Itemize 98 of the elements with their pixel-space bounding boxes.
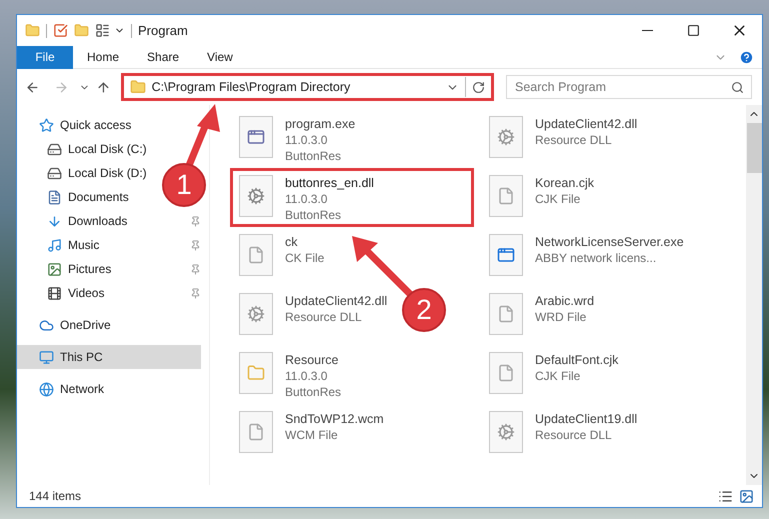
ribbon-tab[interactable]: Share xyxy=(133,46,194,68)
sidebar-item[interactable]: Music xyxy=(17,233,108,257)
sidebar-label: Downloads xyxy=(68,213,128,230)
search-field[interactable]: Search Program xyxy=(506,75,752,99)
download-icon xyxy=(47,214,62,228)
scrollbar[interactable] xyxy=(746,105,762,485)
pin-icon[interactable] xyxy=(190,240,201,250)
details-view-icon[interactable] xyxy=(718,488,733,504)
gear-file-icon xyxy=(239,175,273,217)
sidebar-label: Quick access xyxy=(60,117,132,134)
search-icon xyxy=(731,81,744,94)
sidebar-label: Local Disk (C:) xyxy=(68,141,147,158)
monitor-icon xyxy=(39,350,54,364)
file-detail: 11.0.3.0 xyxy=(285,368,328,384)
sidebar-item[interactable]: Local Disk (D:) xyxy=(17,161,155,185)
file-detail: Resource DLL xyxy=(535,427,613,443)
file-name[interactable]: Arabic.wrd xyxy=(535,293,594,309)
sidebar-label: Network xyxy=(60,381,104,398)
file-name[interactable]: buttonres_en.dll xyxy=(285,175,374,191)
sidebar-label: Local Disk (D:) xyxy=(68,165,147,182)
cloud-icon xyxy=(39,318,54,332)
sidebar-label: Documents xyxy=(68,189,129,206)
back-icon[interactable] xyxy=(25,80,40,94)
folder-icon xyxy=(239,352,273,394)
file-icon xyxy=(239,234,273,276)
file-name[interactable]: DefaultFont.cjk xyxy=(535,352,618,368)
file-icon xyxy=(489,293,523,335)
file-name[interactable]: Korean.cjk xyxy=(535,175,594,191)
file-name[interactable]: SndToWP12.wcm xyxy=(285,411,384,427)
ribbon-tab[interactable]: Home xyxy=(73,46,134,68)
sidebar-label: This PC xyxy=(60,349,103,366)
gear-file-icon xyxy=(239,293,273,335)
scrollbar-thumb[interactable] xyxy=(746,123,762,173)
sidebar-item[interactable]: OneDrive xyxy=(17,313,119,337)
file-detail: ButtonRes xyxy=(285,384,342,400)
ribbon-tab[interactable]: View xyxy=(193,46,247,68)
address-path: C:\Program Files\Program Directory xyxy=(152,78,352,96)
file-detail: WCM File xyxy=(285,427,339,443)
file-detail: CJK File xyxy=(535,191,582,207)
sidebar-label: Videos xyxy=(68,285,104,302)
file-name[interactable]: program.exe xyxy=(285,116,356,132)
properties-icon[interactable] xyxy=(53,23,68,38)
file-detail: CJK File xyxy=(535,368,582,384)
item-count: 144 items xyxy=(29,488,82,505)
up-icon[interactable] xyxy=(96,80,111,94)
sidebar-label: Music xyxy=(68,237,100,254)
sidebar-item[interactable]: Network xyxy=(17,377,112,401)
sidebar-item[interactable]: Local Disk (C:) xyxy=(17,137,155,161)
sidebar-label: OneDrive xyxy=(60,317,111,334)
pin-icon[interactable] xyxy=(190,264,201,274)
drive-icon xyxy=(47,166,62,180)
minimize-icon xyxy=(642,30,652,32)
address-bar[interactable]: C:\Program Files\Program Directory xyxy=(120,73,494,101)
file-name[interactable]: UpdateClient19.dll xyxy=(535,411,638,427)
file-name[interactable]: ck xyxy=(285,234,324,250)
sidebar-label: Pictures xyxy=(68,261,112,278)
file-detail: CK File xyxy=(285,250,324,266)
file-icon xyxy=(239,411,273,453)
sidebar-item[interactable]: Pictures xyxy=(17,257,120,281)
window-title: Program xyxy=(138,22,188,40)
drive-icon xyxy=(47,142,62,156)
application-icon xyxy=(489,234,523,276)
maximize-icon xyxy=(686,24,700,37)
help-icon[interactable] xyxy=(739,50,754,64)
film-icon xyxy=(47,286,62,300)
sidebar-item[interactable]: Quick access xyxy=(17,113,140,137)
large-icons-view-icon[interactable] xyxy=(739,488,754,504)
picture-icon xyxy=(47,262,62,276)
file-detail: 11.0.3.0 xyxy=(285,191,328,207)
file-icon xyxy=(489,352,523,394)
file-name[interactable]: NetworkLicenseServer.exe xyxy=(535,234,684,250)
star-icon xyxy=(39,118,54,132)
sidebar-item[interactable]: Videos xyxy=(17,281,112,305)
pin-icon[interactable] xyxy=(190,288,201,298)
document-icon xyxy=(47,190,62,204)
layout-icon[interactable] xyxy=(95,23,110,38)
music-note-icon xyxy=(47,238,62,252)
file-icon xyxy=(489,175,523,217)
refresh-icon[interactable] xyxy=(472,80,485,94)
gear-file-icon xyxy=(489,411,523,453)
file-detail: ABBY network licens... xyxy=(535,250,658,266)
file-name[interactable]: UpdateClient42.dll xyxy=(535,116,638,132)
network-icon xyxy=(39,382,54,396)
application-icon xyxy=(239,116,273,158)
sidebar-item[interactable]: This PC xyxy=(17,345,201,369)
file-detail: ButtonRes xyxy=(285,148,342,164)
folder-icon xyxy=(130,79,146,95)
file-detail: 11.0.3.0 xyxy=(285,132,328,148)
file-detail: WRD File xyxy=(535,309,588,325)
gear-file-icon xyxy=(489,116,523,158)
file-detail: ButtonRes xyxy=(285,207,342,223)
file-detail: Resource DLL xyxy=(535,132,613,148)
file-name[interactable]: UpdateClient42.dll xyxy=(285,293,388,309)
pin-icon[interactable] xyxy=(190,216,201,226)
sidebar-item[interactable]: Documents xyxy=(17,185,137,209)
file-name[interactable]: Resource xyxy=(285,352,342,368)
file-detail: Resource DLL xyxy=(285,309,363,325)
sidebar-item[interactable]: Downloads xyxy=(17,209,136,233)
